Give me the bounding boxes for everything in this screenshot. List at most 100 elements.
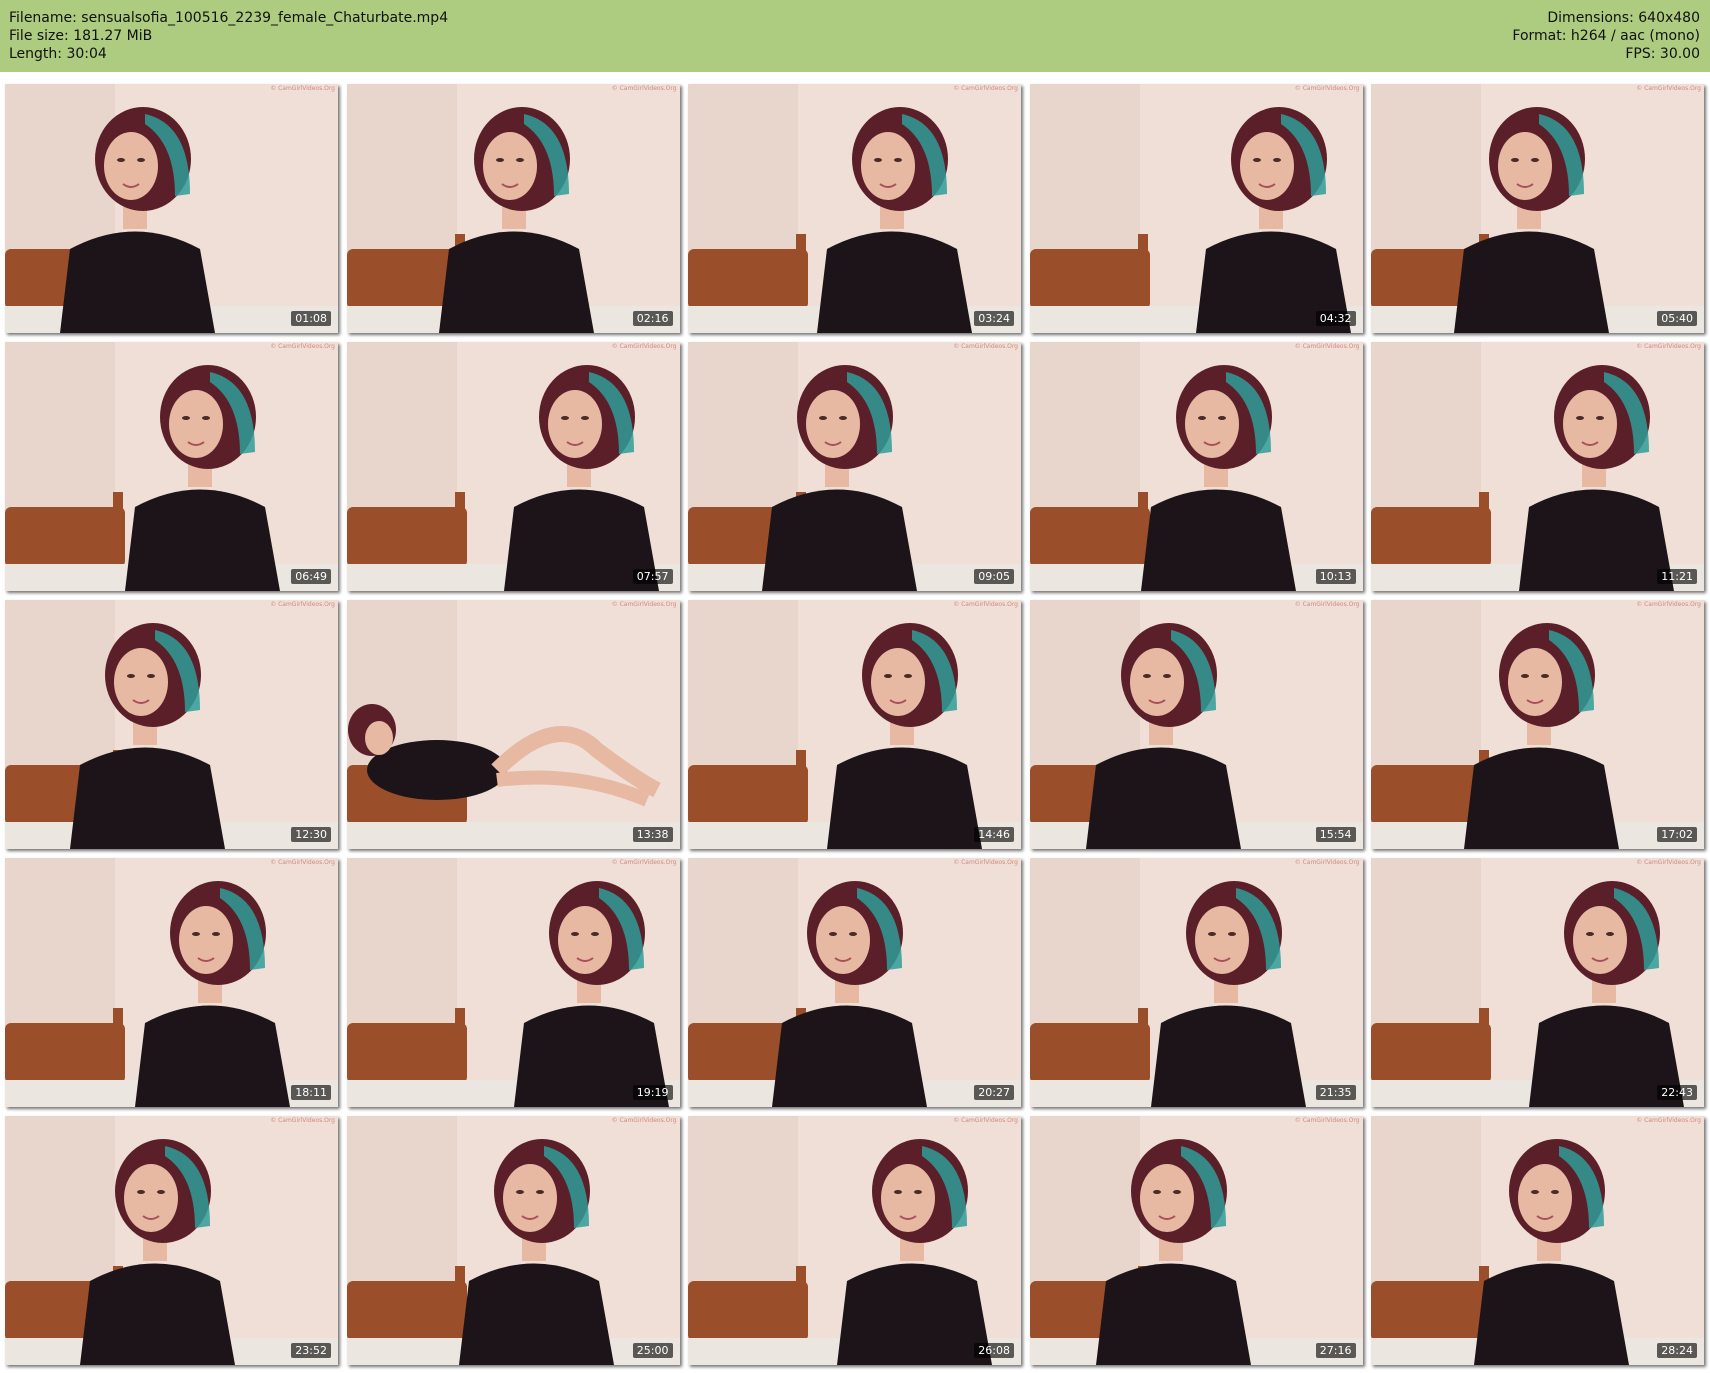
frame-image	[688, 858, 1021, 1107]
watermark-text: © CamGirlVideos.Org	[953, 343, 1018, 350]
timestamp-label: 07:57	[632, 569, 673, 584]
video-frame-thumbnail: © CamGirlVideos.Org 21:35	[1029, 858, 1363, 1107]
frame-image	[5, 84, 338, 333]
fps-text: FPS: 30.00	[1625, 46, 1700, 62]
watermark-text: © CamGirlVideos.Org	[1294, 601, 1360, 608]
frame-image	[688, 84, 1021, 333]
video-frame-thumbnail: © CamGirlVideos.Org 25:00	[346, 1116, 680, 1365]
timestamp-label: 06:49	[291, 569, 331, 584]
watermark-text: © CamGirlVideos.Org	[1636, 859, 1701, 866]
video-frame-thumbnail: © CamGirlVideos.Org 12:30	[5, 600, 338, 849]
frame-image	[1029, 600, 1363, 849]
video-frame-thumbnail: © CamGirlVideos.Org 05:40	[1371, 84, 1704, 333]
timestamp-label: 11:21	[1657, 569, 1697, 584]
timestamp-label: 27:16	[1315, 1343, 1356, 1358]
watermark-text: © CamGirlVideos.Org	[953, 1117, 1018, 1124]
watermark-text: © CamGirlVideos.Org	[953, 601, 1018, 608]
watermark-text: © CamGirlVideos.Org	[611, 1117, 677, 1124]
video-frame-thumbnail: © CamGirlVideos.Org 17:02	[1371, 600, 1704, 849]
info-header: Filename: sensualsofia_100516_2239_femal…	[0, 0, 1710, 72]
watermark-text: © CamGirlVideos.Org	[1636, 85, 1701, 92]
watermark-text: © CamGirlVideos.Org	[611, 343, 677, 350]
dimensions-text: Dimensions: 640x480	[1547, 10, 1700, 26]
frame-image	[688, 1116, 1021, 1365]
timestamp-label: 22:43	[1657, 1085, 1697, 1100]
frame-image	[5, 1116, 338, 1365]
video-frame-thumbnail: © CamGirlVideos.Org 02:16	[346, 84, 680, 333]
video-frame-thumbnail: © CamGirlVideos.Org 23:52	[5, 1116, 338, 1365]
frame-image	[1029, 1116, 1363, 1365]
watermark-text: © CamGirlVideos.Org	[270, 601, 335, 608]
watermark-text: © CamGirlVideos.Org	[270, 859, 335, 866]
watermark-text: © CamGirlVideos.Org	[1294, 85, 1360, 92]
file-info-left: Filename: sensualsofia_100516_2239_femal…	[9, 9, 448, 63]
timestamp-label: 09:05	[974, 569, 1014, 584]
watermark-text: © CamGirlVideos.Org	[611, 859, 677, 866]
video-frame-thumbnail: © CamGirlVideos.Org 28:24	[1371, 1116, 1704, 1365]
frame-image	[5, 342, 338, 591]
timestamp-label: 21:35	[1315, 1085, 1356, 1100]
video-frame-thumbnail: © CamGirlVideos.Org 13:38	[346, 600, 680, 849]
timestamp-label: 23:52	[291, 1343, 331, 1358]
timestamp-label: 02:16	[632, 311, 673, 326]
frame-image	[346, 1116, 680, 1365]
frame-image	[5, 858, 338, 1107]
frame-image	[688, 600, 1021, 849]
timestamp-label: 20:27	[974, 1085, 1014, 1100]
video-frame-thumbnail: © CamGirlVideos.Org 26:08	[688, 1116, 1021, 1365]
video-frame-thumbnail: © CamGirlVideos.Org 20:27	[688, 858, 1021, 1107]
watermark-text: © CamGirlVideos.Org	[1636, 1117, 1701, 1124]
thumbnail-grid: © CamGirlVideos.Org 01:08 © CamGirlVideos.…	[5, 84, 1710, 1370]
timestamp-label: 19:19	[632, 1085, 673, 1100]
video-frame-thumbnail: © CamGirlVideos.Org 04:32	[1029, 84, 1363, 333]
frame-image	[1371, 600, 1704, 849]
video-frame-thumbnail: © CamGirlVideos.Org 06:49	[5, 342, 338, 591]
timestamp-label: 05:40	[1657, 311, 1697, 326]
frame-image	[5, 600, 338, 849]
file-info-right: Dimensions: 640x480 Format: h264 / aac (…	[1512, 9, 1700, 63]
frame-image	[346, 84, 680, 333]
frame-image	[688, 342, 1021, 591]
watermark-text: © CamGirlVideos.Org	[270, 1117, 335, 1124]
video-frame-thumbnail: © CamGirlVideos.Org 14:46	[688, 600, 1021, 849]
watermark-text: © CamGirlVideos.Org	[1294, 343, 1360, 350]
frame-image	[1029, 84, 1363, 333]
watermark-text: © CamGirlVideos.Org	[1636, 343, 1701, 350]
frame-image	[1371, 1116, 1704, 1365]
timestamp-label: 18:11	[291, 1085, 331, 1100]
video-frame-thumbnail: © CamGirlVideos.Org 09:05	[688, 342, 1021, 591]
watermark-text: © CamGirlVideos.Org	[953, 859, 1018, 866]
video-frame-thumbnail: © CamGirlVideos.Org 01:08	[5, 84, 338, 333]
video-frame-thumbnail: © CamGirlVideos.Org 03:24	[688, 84, 1021, 333]
timestamp-label: 14:46	[974, 827, 1014, 842]
watermark-text: © CamGirlVideos.Org	[1636, 601, 1701, 608]
frame-image	[1029, 342, 1363, 591]
timestamp-label: 03:24	[974, 311, 1014, 326]
video-frame-thumbnail: © CamGirlVideos.Org 10:13	[1029, 342, 1363, 591]
frame-image	[1029, 858, 1363, 1107]
watermark-text: © CamGirlVideos.Org	[611, 601, 677, 608]
video-frame-thumbnail: © CamGirlVideos.Org 19:19	[346, 858, 680, 1107]
timestamp-label: 04:32	[1315, 311, 1356, 326]
video-frame-thumbnail: © CamGirlVideos.Org 07:57	[346, 342, 680, 591]
watermark-text: © CamGirlVideos.Org	[1294, 859, 1360, 866]
frame-image	[346, 858, 680, 1107]
watermark-text: © CamGirlVideos.Org	[611, 85, 677, 92]
timestamp-label: 26:08	[974, 1343, 1014, 1358]
video-frame-thumbnail: © CamGirlVideos.Org 22:43	[1371, 858, 1704, 1107]
frame-image	[346, 342, 680, 591]
length-text: Length: 30:04	[9, 46, 107, 62]
frame-image	[346, 600, 680, 849]
timestamp-label: 10:13	[1315, 569, 1356, 584]
frame-image	[1371, 858, 1704, 1107]
video-frame-thumbnail: © CamGirlVideos.Org 27:16	[1029, 1116, 1363, 1365]
timestamp-label: 13:38	[632, 827, 673, 842]
video-frame-thumbnail: © CamGirlVideos.Org 15:54	[1029, 600, 1363, 849]
watermark-text: © CamGirlVideos.Org	[270, 85, 335, 92]
frame-image	[1371, 342, 1704, 591]
timestamp-label: 01:08	[291, 311, 331, 326]
video-frame-thumbnail: © CamGirlVideos.Org 11:21	[1371, 342, 1704, 591]
watermark-text: © CamGirlVideos.Org	[1294, 1117, 1360, 1124]
timestamp-label: 28:24	[1657, 1343, 1697, 1358]
filename-text: Filename: sensualsofia_100516_2239_femal…	[9, 10, 449, 26]
